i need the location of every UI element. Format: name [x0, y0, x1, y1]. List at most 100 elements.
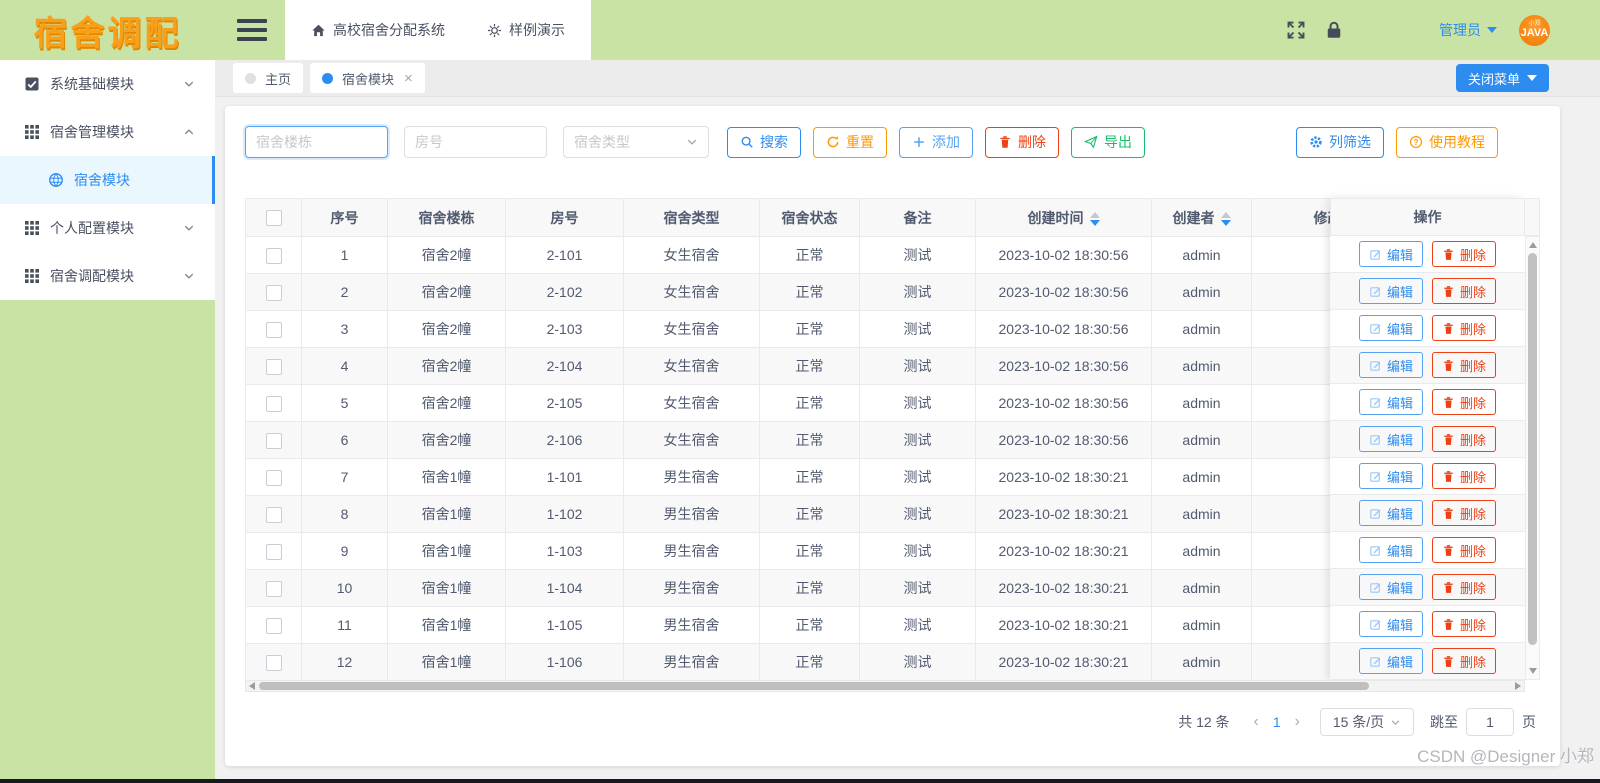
building-input[interactable]	[245, 126, 388, 158]
row-delete-button[interactable]: 删除	[1432, 315, 1497, 341]
row-delete-label: 删除	[1460, 543, 1487, 559]
row-checkbox[interactable]	[265, 617, 282, 634]
row-delete-button[interactable]: 删除	[1432, 611, 1497, 637]
tab-dorm-module-active[interactable]: 宿舍模块 ×	[310, 63, 425, 93]
edit-button[interactable]: 编辑	[1358, 500, 1423, 526]
row-delete-button[interactable]: 删除	[1432, 500, 1497, 526]
tab-home[interactable]: 主页	[233, 63, 304, 93]
tutorial-button[interactable]: ? 使用教程	[1396, 126, 1498, 158]
sidebar-item-dorm-manage[interactable]: 宿舍管理模块	[0, 108, 215, 156]
row-delete-button[interactable]: 删除	[1432, 463, 1497, 489]
row-delete-button[interactable]: 删除	[1432, 241, 1497, 267]
cell-creator: admin	[1151, 495, 1252, 533]
page-size-select[interactable]: 15 条/页	[1320, 708, 1414, 736]
edit-button[interactable]: 编辑	[1358, 241, 1423, 267]
dorm-type-select[interactable]: 宿舍类型	[563, 126, 709, 158]
row-checkbox[interactable]	[265, 247, 282, 264]
avatar-text: JAVA	[1520, 27, 1549, 39]
nav-demo[interactable]: 样例演示	[487, 20, 565, 40]
col-header-creator[interactable]: 创建者	[1151, 198, 1252, 237]
row-checkbox[interactable]	[265, 284, 282, 301]
vertical-scroll-thumb[interactable]	[1528, 253, 1537, 645]
select-all-checkbox[interactable]	[265, 210, 282, 227]
sort-icons[interactable]	[1089, 211, 1100, 226]
sidebar-item-system-base[interactable]: 系统基础模块	[0, 60, 215, 108]
trash-icon	[1444, 322, 1453, 334]
row-delete-button[interactable]: 删除	[1432, 352, 1497, 378]
tab-close-icon[interactable]: ×	[404, 71, 413, 86]
row-checkbox[interactable]	[265, 321, 282, 338]
scroll-down-arrow[interactable]	[1529, 668, 1537, 674]
cell-note: 测试	[859, 273, 976, 311]
current-page[interactable]: 1	[1265, 714, 1289, 730]
plus-icon	[914, 137, 924, 147]
row-checkbox[interactable]	[265, 654, 282, 671]
lock-icon[interactable]	[1324, 20, 1344, 40]
row-delete-button[interactable]: 删除	[1432, 426, 1497, 452]
edit-button[interactable]: 编辑	[1358, 315, 1423, 341]
prev-page-button[interactable]: ‹	[1248, 713, 1265, 731]
trash-icon	[1444, 359, 1453, 371]
vertical-scrollbar[interactable]	[1525, 198, 1540, 680]
edit-button[interactable]: 编辑	[1358, 352, 1423, 378]
avatar[interactable]: 小郑 JAVA	[1519, 14, 1550, 46]
trash-icon	[1444, 507, 1453, 519]
scroll-up-arrow[interactable]	[1529, 242, 1537, 248]
user-menu[interactable]: 管理员	[1439, 20, 1497, 40]
dorm-type-placeholder: 宿舍类型	[574, 134, 630, 150]
edit-button[interactable]: 编辑	[1358, 574, 1423, 600]
edit-button[interactable]: 编辑	[1358, 278, 1423, 304]
row-checkbox[interactable]	[265, 432, 282, 449]
delete-button[interactable]: 删除	[985, 126, 1059, 158]
cell-created: 2023-10-02 18:30:56	[975, 273, 1152, 311]
refresh-icon	[827, 136, 839, 148]
sidebar-item-personal-config[interactable]: 个人配置模块	[0, 204, 215, 252]
edit-button[interactable]: 编辑	[1358, 611, 1423, 637]
row-checkbox[interactable]	[265, 506, 282, 523]
fullscreen-icon[interactable]	[1286, 20, 1306, 40]
edit-button[interactable]: 编辑	[1358, 463, 1423, 489]
row-delete-button[interactable]: 删除	[1432, 537, 1497, 563]
tab-label: 主页	[265, 71, 292, 87]
horizontal-scroll-thumb[interactable]	[259, 682, 1369, 690]
column-filter-button[interactable]: 列筛选	[1296, 126, 1384, 158]
cell-building: 宿舍1幢	[387, 532, 506, 570]
hamburger-menu-icon[interactable]	[237, 19, 267, 41]
row-delete-button[interactable]: 删除	[1432, 574, 1497, 600]
sidebar-item-dorm-allocate[interactable]: 宿舍调配模块	[0, 252, 215, 300]
row-checkbox[interactable]	[265, 580, 282, 597]
col-header-created[interactable]: 创建时间	[975, 198, 1152, 237]
row-checkbox-cell	[245, 606, 302, 644]
row-checkbox[interactable]	[265, 395, 282, 412]
nav-demo-label: 样例演示	[509, 22, 565, 38]
row-delete-button[interactable]: 删除	[1432, 648, 1497, 674]
row-checkbox[interactable]	[265, 543, 282, 560]
edit-button[interactable]: 编辑	[1358, 389, 1423, 415]
cell-status: 正常	[759, 236, 860, 274]
reset-button[interactable]: 重置	[813, 126, 887, 158]
edit-button[interactable]: 编辑	[1358, 426, 1423, 452]
nav-system-home[interactable]: 高校宿舍分配系统	[311, 20, 445, 40]
sort-icons[interactable]	[1220, 211, 1231, 226]
horizontal-scrollbar[interactable]	[245, 680, 1525, 692]
edit-button[interactable]: 编辑	[1358, 537, 1423, 563]
cell-building: 宿舍2幢	[387, 310, 506, 348]
edit-icon	[1370, 249, 1381, 260]
edit-label: 编辑	[1386, 617, 1413, 633]
room-input[interactable]	[404, 126, 547, 158]
scroll-right-arrow[interactable]	[1515, 682, 1521, 690]
row-delete-button[interactable]: 删除	[1432, 278, 1497, 304]
jump-page-input[interactable]	[1466, 708, 1514, 736]
row-checkbox[interactable]	[265, 358, 282, 375]
export-button[interactable]: 导出	[1071, 126, 1145, 158]
edit-button[interactable]: 编辑	[1358, 648, 1423, 674]
row-delete-button[interactable]: 删除	[1432, 389, 1497, 415]
row-checkbox[interactable]	[265, 469, 282, 486]
search-button[interactable]: 搜索	[727, 126, 801, 158]
add-button[interactable]: 添加	[899, 126, 973, 158]
scroll-left-arrow[interactable]	[249, 682, 255, 690]
sidebar-subitem-dorm-module-active[interactable]: 宿舍模块	[0, 156, 215, 204]
search-icon	[741, 136, 753, 148]
close-menu-button[interactable]: 关闭菜单	[1455, 64, 1549, 92]
next-page-button[interactable]: ›	[1289, 713, 1306, 731]
